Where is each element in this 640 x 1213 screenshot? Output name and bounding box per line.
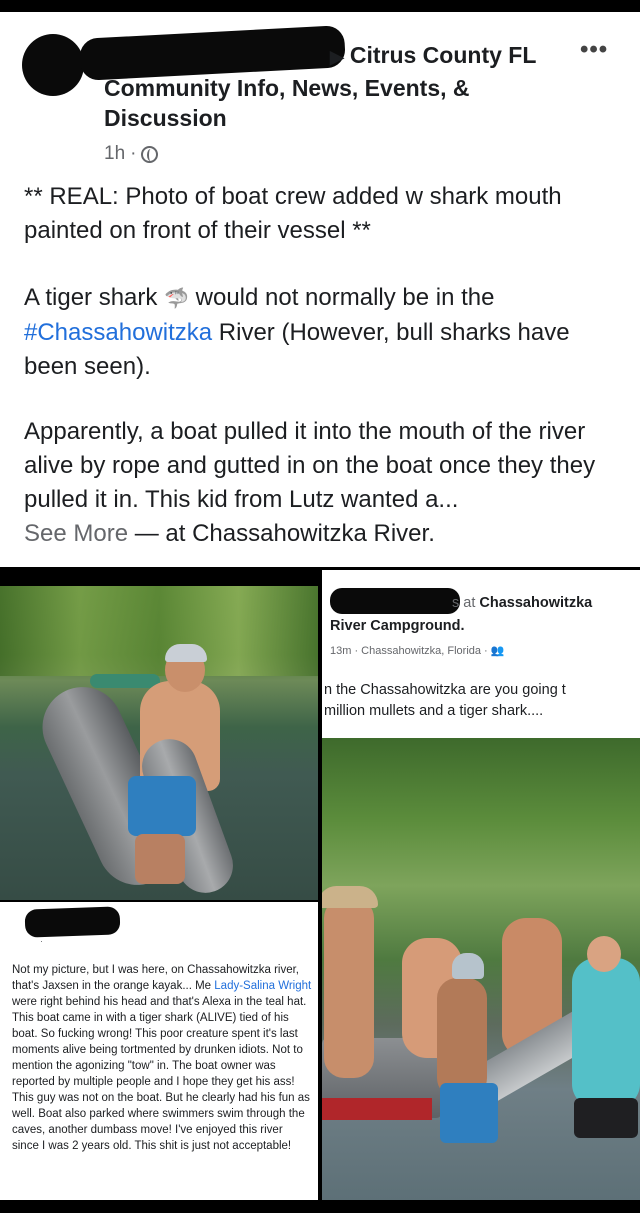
location-link[interactable]: Chassahowitzka River. xyxy=(192,520,435,547)
person-teal-shorts xyxy=(574,1098,638,1138)
public-globe-icon xyxy=(141,145,159,163)
person-left-hat xyxy=(322,886,378,908)
post-meta: 1h · xyxy=(104,143,159,165)
person-left xyxy=(324,898,374,1078)
meta-dot: · xyxy=(130,143,137,164)
shared-header-place[interactable]: Chassahowitzka xyxy=(479,595,592,611)
shared-post-meta: 13m · Chassahowitzka, Florida · 👥 xyxy=(330,645,505,657)
see-more-link[interactable]: See More xyxy=(24,520,128,547)
status-bar xyxy=(0,0,640,12)
group-link[interactable]: ▶ Citrus County FL xyxy=(330,42,536,69)
person-back-cap xyxy=(452,953,484,979)
comment-text: Not my picture, but I was here, on Chass… xyxy=(12,962,312,1154)
post-time[interactable]: 1h xyxy=(104,143,125,165)
shared-post-screenshot[interactable]: s at Chassahowitzka River Campground. 13… xyxy=(322,570,640,1200)
person-legs xyxy=(135,834,185,884)
post-paragraph-2: A tiger shark 🦈 would not normally be in… xyxy=(24,281,624,384)
facebook-post: ▶ Citrus County FL Community Info, News, … xyxy=(0,12,640,567)
avatar-redacted[interactable] xyxy=(22,34,84,96)
person-back-shorts xyxy=(440,1083,498,1143)
trees-background xyxy=(0,586,318,676)
group-name-line3[interactable]: Discussion xyxy=(104,105,227,132)
kayak xyxy=(90,674,160,688)
shared-post-header: s at Chassahowitzka xyxy=(452,595,592,611)
hashtag-link[interactable]: #Chassahowitzka xyxy=(24,319,212,346)
post-paragraph-3: Apparently, a boat pulled it into the mo… xyxy=(24,415,624,551)
shared-post-text: n the Chassahowitzka are you going t mil… xyxy=(324,682,566,719)
post-paragraph-1: ** REAL: Photo of boat crew added w shar… xyxy=(24,183,562,244)
person-teal-head xyxy=(587,936,621,972)
comment-text-end: were right behind his head and that's Al… xyxy=(12,996,310,1152)
shared-header-line2[interactable]: River Campground. xyxy=(330,618,465,634)
mention-link[interactable]: Lady-Salina Wright xyxy=(214,980,311,992)
shark-photo-left[interactable] xyxy=(0,586,318,900)
shared-poster-redacted xyxy=(330,588,460,614)
arrow-right-icon: ▶ xyxy=(330,47,344,67)
comment-meta: · xyxy=(40,936,43,946)
poster-name-redacted xyxy=(79,25,346,81)
group-name-line2[interactable]: Community Info, News, Events, & xyxy=(104,75,470,102)
commenter-name-redacted xyxy=(24,906,121,938)
group-photo-with-shark xyxy=(322,738,640,1200)
p2-text-start: A tiger shark xyxy=(24,284,165,311)
p3-text: Apparently, a boat pulled it into the mo… xyxy=(24,418,596,513)
person-back xyxy=(437,978,487,1098)
person-shorts xyxy=(128,776,196,836)
comment-screenshot: · Not my picture, but I was here, on Cha… xyxy=(0,902,318,1200)
group-name[interactable]: Citrus County FL xyxy=(350,42,537,68)
p2-text-middle: would not normally be in the xyxy=(188,284,495,311)
person-cap xyxy=(165,644,207,662)
boat-shark-mouth-paint xyxy=(322,1098,432,1120)
location-separator: — at xyxy=(128,520,193,547)
more-options-icon[interactable]: ••• xyxy=(580,36,608,64)
shared-header-prefix: s at xyxy=(452,595,480,611)
person-teal-shirt xyxy=(572,958,640,1108)
shark-emoji-icon: 🦈 xyxy=(164,288,189,310)
